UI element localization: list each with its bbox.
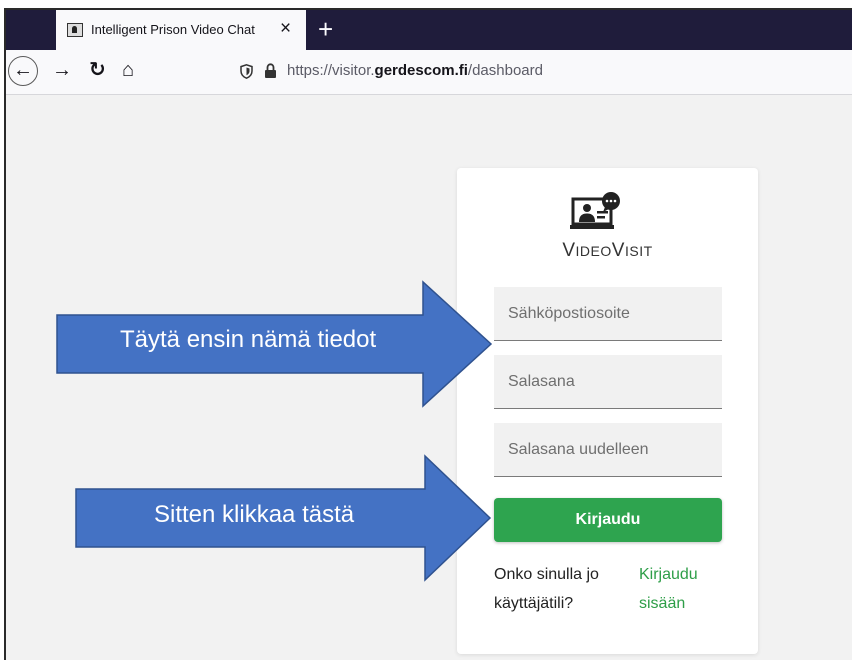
brand-letter-1: V (562, 240, 576, 261)
email-input[interactable] (494, 287, 722, 340)
url-prefix: https://visitor. (287, 62, 375, 79)
url-path: /dashboard (467, 62, 543, 79)
forward-arrow-icon[interactable]: → (52, 59, 72, 81)
brand-wordmark: VIDEOVISIT (457, 240, 758, 262)
brand-text-1: IDEO (575, 243, 612, 259)
callout-text-second: Sitten klikkaa tästä (154, 501, 355, 528)
home-icon[interactable]: ⌂ (122, 59, 134, 81)
prisoner-favicon-icon (67, 23, 83, 37)
callout-arrow-fill-fields: Täytä ensin nämä tiedot (55, 280, 495, 408)
reload-icon[interactable]: ↻ (89, 59, 106, 81)
url-text[interactable]: https://visitor.gerdescom.fi/dashboard (287, 62, 543, 79)
login-button[interactable]: Kirjaudu (494, 498, 722, 542)
password-repeat-input[interactable] (494, 423, 722, 476)
shield-icon[interactable] (240, 64, 253, 79)
tab-title: Intelligent Prison Video Chat (91, 22, 255, 37)
close-tab-icon[interactable]: × (280, 18, 291, 40)
account-question: Onko sinulla jo käyttäjätili? (494, 566, 599, 612)
new-tab-button[interactable]: + (318, 14, 333, 44)
url-domain: gerdescom.fi (374, 62, 468, 79)
url-bar[interactable]: https://visitor.gerdescom.fi/dashboard (228, 56, 852, 86)
password-input[interactable] (494, 355, 722, 408)
lock-icon[interactable] (264, 63, 277, 79)
password-repeat-field (494, 423, 722, 477)
brand-letter-2: V (611, 240, 625, 261)
browser-tab[interactable]: Intelligent Prison Video Chat × (56, 10, 306, 50)
back-arrow-icon[interactable]: ← (8, 56, 38, 86)
video-chat-logo-icon (570, 192, 620, 229)
callout-arrow-click-login: Sitten klikkaa tästä (74, 454, 493, 582)
tab-strip: Intelligent Prison Video Chat × + (6, 10, 852, 50)
login-card: VIDEOVISIT Kirjaudu Onko sinulla jo käyt… (457, 168, 758, 654)
signin-link[interactable]: Kirjaudu sisään (639, 560, 719, 618)
navigation-bar: ← → ↻ ⌂ https://visitor.gerdescom.fi/das… (6, 50, 852, 95)
brand-text-2: ISIT (624, 243, 653, 259)
email-field (494, 287, 722, 341)
password-field (494, 355, 722, 409)
callout-text-first: Täytä ensin nämä tiedot (120, 326, 377, 353)
